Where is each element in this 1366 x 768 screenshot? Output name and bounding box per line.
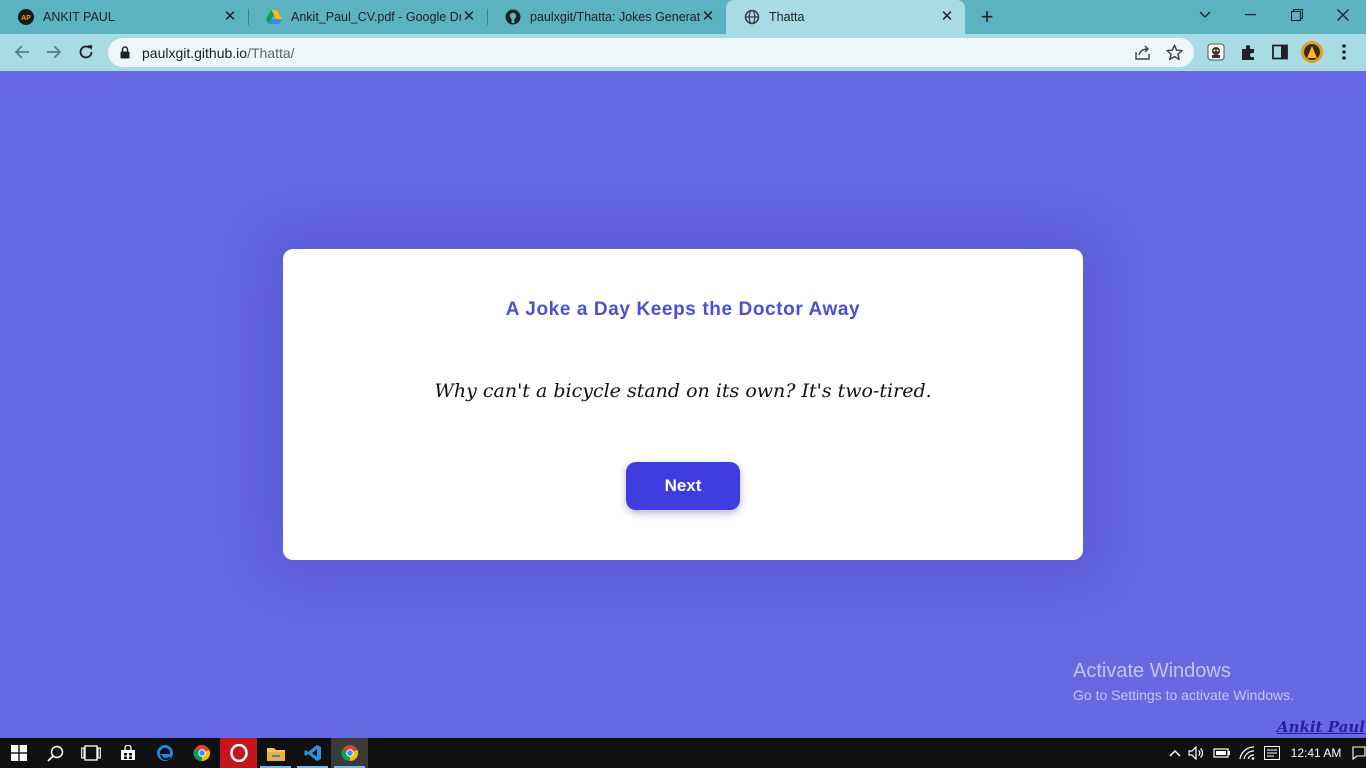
minimize-icon[interactable] — [1228, 0, 1274, 30]
close-tab-icon[interactable]: ✕ — [700, 9, 716, 25]
next-button[interactable]: Next — [626, 462, 740, 510]
task-view-icon[interactable] — [72, 738, 109, 768]
start-icon[interactable] — [0, 738, 37, 768]
tab-thatta[interactable]: Thatta ✕ — [726, 0, 965, 34]
joke-text: Why can't a bicycle stand on its own? It… — [434, 380, 932, 402]
tab-title: Ankit_Paul_CV.pdf - Google Drive — [291, 10, 461, 24]
close-tab-icon[interactable]: ✕ — [222, 9, 238, 25]
tab-search-chevron-icon[interactable] — [1182, 0, 1228, 30]
tab-ankit-paul[interactable]: AP ANKIT PAUL ✕ — [0, 0, 248, 34]
google-drive-icon — [266, 9, 282, 25]
author-credit-link[interactable]: Ankit Paul — [1277, 718, 1365, 736]
opera-icon[interactable] — [220, 738, 257, 768]
activate-windows-watermark: Activate Windows Go to Settings to activ… — [1073, 660, 1294, 703]
extension-avatar-icon[interactable] — [1205, 41, 1227, 63]
battery-icon[interactable] — [1212, 738, 1232, 768]
svg-text:AP: AP — [21, 15, 31, 22]
page-title: A Joke a Day Keeps the Doctor Away — [505, 299, 861, 320]
tab-strip: AP ANKIT PAUL ✕ Ankit_Paul_CV.pdf - Goog… — [0, 0, 1366, 34]
restore-icon[interactable] — [1274, 0, 1320, 30]
wifi-icon[interactable] — [1238, 738, 1258, 768]
forward-icon[interactable] — [42, 40, 66, 64]
watermark-subtitle: Go to Settings to activate Windows. — [1073, 687, 1294, 703]
tab-title: Thatta — [769, 10, 805, 24]
volume-icon[interactable] — [1187, 738, 1207, 768]
url-path: /Thatta/ — [247, 45, 295, 61]
browser-toolbar: paulxgit.github.io/Thatta/ — [0, 34, 1366, 71]
input-language-icon[interactable] — [1262, 738, 1282, 768]
github-icon — [505, 9, 521, 25]
new-tab-button[interactable]: + — [976, 6, 998, 28]
chrome-icon[interactable] — [183, 738, 220, 768]
windows-taskbar: 12:41 AM — [0, 738, 1366, 768]
address-bar[interactable]: paulxgit.github.io/Thatta/ — [108, 38, 1194, 67]
bookmark-star-icon[interactable] — [1166, 44, 1183, 66]
lock-icon[interactable] — [120, 46, 130, 64]
vscode-icon[interactable] — [294, 738, 331, 768]
globe-icon — [744, 9, 760, 25]
store-icon[interactable] — [109, 738, 146, 768]
chrome-active-icon[interactable] — [331, 738, 368, 768]
profile-avatar[interactable] — [1301, 41, 1323, 63]
url-text: paulxgit.github.io/Thatta/ — [142, 45, 295, 61]
ap-logo-icon: AP — [18, 9, 34, 25]
close-tab-icon[interactable]: ✕ — [461, 9, 477, 25]
page-viewport: A Joke a Day Keeps the Doctor Away Why c… — [0, 71, 1366, 738]
close-window-icon[interactable] — [1320, 0, 1366, 30]
tab-github[interactable]: paulxgit/Thatta: Jokes Generator ✕ — [487, 0, 726, 34]
notifications-icon[interactable] — [1351, 738, 1366, 768]
watermark-title: Activate Windows — [1073, 660, 1231, 682]
show-hidden-icons-chevron-icon[interactable] — [1166, 738, 1184, 768]
file-explorer-icon[interactable] — [257, 738, 294, 768]
tab-google-drive[interactable]: Ankit_Paul_CV.pdf - Google Drive ✕ — [248, 0, 487, 34]
edge-icon[interactable] — [146, 738, 183, 768]
share-icon[interactable] — [1134, 44, 1151, 66]
close-tab-icon[interactable]: ✕ — [939, 9, 955, 25]
tab-title: ANKIT PAUL — [43, 10, 115, 24]
extensions-puzzle-icon[interactable] — [1237, 41, 1259, 63]
tab-title: paulxgit/Thatta: Jokes Generator — [530, 10, 700, 24]
back-icon[interactable] — [10, 40, 34, 64]
search-icon[interactable] — [37, 738, 74, 768]
chrome-menu-icon[interactable] — [1333, 41, 1355, 63]
url-host: paulxgit.github.io — [142, 45, 248, 61]
reload-icon[interactable] — [74, 40, 98, 64]
taskbar-clock[interactable]: 12:41 AM — [1283, 738, 1349, 768]
side-panel-icon[interactable] — [1269, 41, 1291, 63]
joke-card: A Joke a Day Keeps the Doctor Away Why c… — [283, 249, 1083, 560]
